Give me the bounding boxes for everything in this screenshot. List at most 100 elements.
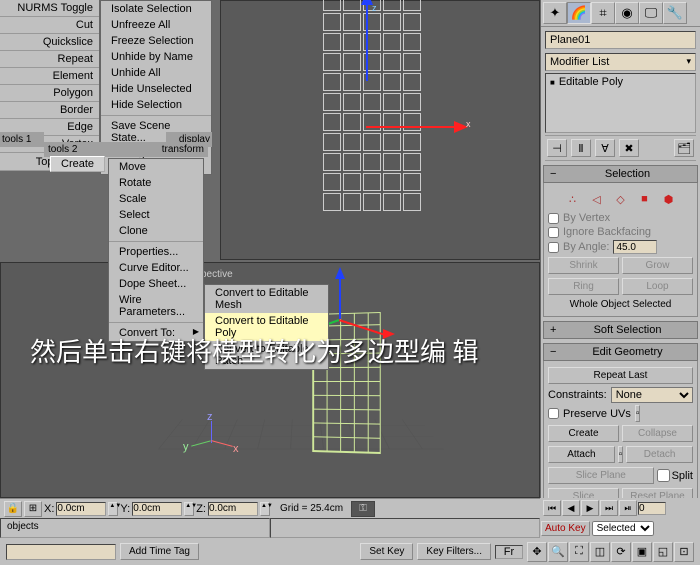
by-angle-spinner[interactable] bbox=[613, 240, 657, 254]
tab-utilities-icon[interactable]: 🔧 bbox=[663, 2, 687, 24]
collapse-button[interactable]: Collapse bbox=[622, 425, 693, 442]
mi-properties[interactable]: Properties... bbox=[109, 244, 203, 260]
ignore-backfacing-checkbox[interactable] bbox=[548, 227, 559, 238]
mi-dope-sheet[interactable]: Dope Sheet... bbox=[109, 276, 203, 292]
show-end-result-icon[interactable]: Ⅱ bbox=[571, 139, 591, 157]
transform-type-icon[interactable]: ⊞ bbox=[24, 501, 42, 517]
key-icon[interactable]: ⚿ bbox=[351, 501, 375, 517]
mi-curve-editor[interactable]: Curve Editor... bbox=[109, 260, 203, 276]
subobj-edge-icon[interactable]: ◁ bbox=[588, 190, 606, 208]
preserve-uvs-label: Preserve UVs bbox=[563, 408, 631, 420]
mi-unfreeze-all[interactable]: Unfreeze All bbox=[101, 17, 211, 33]
ring-button[interactable]: Ring bbox=[548, 278, 619, 295]
constraints-dropdown[interactable]: None bbox=[611, 387, 693, 403]
play-icon[interactable]: ▶ bbox=[581, 500, 599, 516]
shrink-button[interactable]: Shrink bbox=[548, 257, 619, 274]
mi-clone[interactable]: Clone bbox=[109, 223, 203, 239]
mi-hide-unsel[interactable]: Hide Unselected bbox=[101, 81, 211, 97]
tab-modify-icon[interactable]: 🌈 bbox=[567, 2, 591, 24]
create-button[interactable]: Create bbox=[50, 156, 105, 172]
mi-conv-mesh[interactable]: Convert to Editable Mesh bbox=[205, 285, 328, 313]
by-vertex-checkbox[interactable] bbox=[548, 213, 559, 224]
qm-element[interactable]: Element bbox=[0, 68, 99, 85]
nav-zoom-icon[interactable]: 🔍 bbox=[548, 542, 568, 562]
playback-bar: ⏮ ◀ ▶ ⏭ ⏯ bbox=[540, 498, 700, 518]
subobj-border-icon[interactable]: ◇ bbox=[612, 190, 630, 208]
mi-unhide-all[interactable]: Unhide All bbox=[101, 65, 211, 81]
add-time-tag-button[interactable]: Add Time Tag bbox=[120, 543, 199, 560]
loop-button[interactable]: Loop bbox=[622, 278, 693, 295]
nav-orbit-icon[interactable]: ⟳ bbox=[611, 542, 631, 562]
key-filter-dropdown[interactable]: Selected bbox=[592, 521, 654, 536]
detach-button[interactable]: Detach bbox=[626, 446, 693, 463]
nav-maximize-icon[interactable]: ▣ bbox=[632, 542, 652, 562]
subobj-polygon-icon[interactable]: ■ bbox=[636, 190, 654, 208]
create-geo-button[interactable]: Create bbox=[548, 425, 619, 442]
make-unique-icon[interactable]: ∀ bbox=[595, 139, 615, 157]
mi-rotate[interactable]: Rotate bbox=[109, 175, 203, 191]
autokey-button[interactable]: Auto Key bbox=[541, 521, 590, 536]
rollout-soft-sel-header[interactable]: +Soft Selection bbox=[543, 321, 698, 339]
current-frame-field[interactable] bbox=[638, 502, 666, 515]
mi-scale[interactable]: Scale bbox=[109, 191, 203, 207]
modifier-list-dropdown[interactable]: Modifier List bbox=[545, 53, 696, 71]
attach-list-button[interactable]: ▫ bbox=[618, 446, 624, 463]
viewport-top[interactable]: z x bbox=[220, 0, 540, 260]
slice-plane-button[interactable]: Slice Plane bbox=[548, 467, 654, 484]
set-key-button[interactable]: Set Key bbox=[360, 543, 413, 560]
header-tools2: tools 2 bbox=[44, 142, 126, 157]
next-frame-icon[interactable]: ⏭ bbox=[600, 500, 618, 516]
plane-wireframe bbox=[321, 0, 423, 213]
qm-cut[interactable]: Cut bbox=[0, 17, 99, 34]
preserve-uvs-checkbox[interactable] bbox=[548, 408, 559, 419]
mi-freeze-sel[interactable]: Freeze Selection bbox=[101, 33, 211, 49]
nav-min-max-icon[interactable]: ⊡ bbox=[674, 542, 694, 562]
mi-hide-sel[interactable]: Hide Selection bbox=[101, 97, 211, 113]
remove-mod-icon[interactable]: ✖ bbox=[619, 139, 639, 157]
goto-start-icon[interactable]: ⏮ bbox=[543, 500, 561, 516]
lock-selection-icon[interactable]: 🔒 bbox=[4, 501, 22, 517]
configure-sets-icon[interactable]: 🗂 bbox=[674, 139, 694, 157]
mi-unhide-name[interactable]: Unhide by Name bbox=[101, 49, 211, 65]
tab-hierarchy-icon[interactable]: ⌗ bbox=[591, 2, 615, 24]
nav-region-icon[interactable]: ◱ bbox=[653, 542, 673, 562]
by-angle-checkbox[interactable] bbox=[548, 242, 559, 253]
tab-display-icon[interactable]: 🖵 bbox=[639, 2, 663, 24]
rollout-selection-header[interactable]: −Selection bbox=[543, 165, 698, 183]
maxscript-field[interactable] bbox=[6, 544, 116, 560]
preserve-uvs-settings[interactable]: ▫ bbox=[635, 405, 641, 422]
coord-x-field[interactable] bbox=[56, 502, 106, 516]
modifier-stack[interactable]: Editable Poly bbox=[545, 73, 696, 133]
split-checkbox[interactable] bbox=[657, 469, 670, 482]
qm-polygon[interactable]: Polygon bbox=[0, 85, 99, 102]
subobj-vertex-icon[interactable]: ∴ bbox=[564, 190, 582, 208]
coord-z-field[interactable] bbox=[208, 502, 258, 516]
tab-motion-icon[interactable]: ◉ bbox=[615, 2, 639, 24]
goto-end-icon[interactable]: ⏯ bbox=[619, 500, 637, 516]
key-filters-button[interactable]: Key Filters... bbox=[417, 543, 491, 560]
tab-create-icon[interactable]: ✦ bbox=[543, 2, 567, 24]
qm-repeat[interactable]: Repeat bbox=[0, 51, 99, 68]
quad-menu-transform[interactable]: Move Rotate Scale Select Clone Propertie… bbox=[108, 158, 204, 342]
nav-pan-icon[interactable]: ✥ bbox=[527, 542, 547, 562]
command-panel-tabs[interactable]: ✦ 🌈 ⌗ ◉ 🖵 🔧 bbox=[541, 0, 700, 27]
mi-move[interactable]: Move bbox=[109, 159, 203, 175]
nav-zoom-extents-icon[interactable]: ⛶ bbox=[569, 542, 589, 562]
repeat-last-button[interactable]: Repeat Last bbox=[548, 367, 693, 384]
subobj-element-icon[interactable]: ⬢ bbox=[660, 190, 678, 208]
pin-stack-icon[interactable]: ⊣ bbox=[547, 139, 567, 157]
attach-button[interactable]: Attach bbox=[548, 446, 615, 463]
object-name-field[interactable]: Plane01 bbox=[545, 31, 696, 49]
qm-border[interactable]: Border bbox=[0, 102, 99, 119]
qm-quickslice[interactable]: Quickslice bbox=[0, 34, 99, 51]
stack-editable-poly[interactable]: Editable Poly bbox=[550, 76, 691, 88]
grow-button[interactable]: Grow bbox=[622, 257, 693, 274]
nav-fov-icon[interactable]: ◫ bbox=[590, 542, 610, 562]
qm-nurms[interactable]: NURMS Toggle bbox=[0, 0, 99, 17]
mi-wire-params[interactable]: Wire Parameters... bbox=[109, 292, 203, 320]
mi-select[interactable]: Select bbox=[109, 207, 203, 223]
mi-isolate[interactable]: Isolate Selection bbox=[101, 1, 211, 17]
coord-y-field[interactable] bbox=[132, 502, 182, 516]
prev-frame-icon[interactable]: ◀ bbox=[562, 500, 580, 516]
rollout-edit-geom-header[interactable]: −Edit Geometry bbox=[543, 343, 698, 361]
